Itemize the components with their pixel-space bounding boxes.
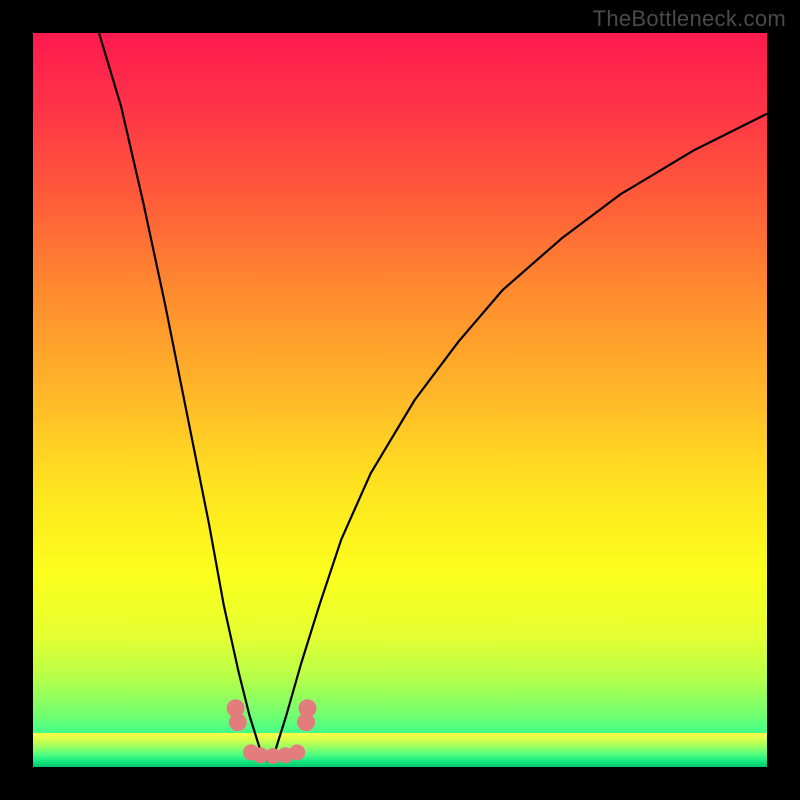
- valley-marker: [299, 699, 317, 717]
- valley-marker: [229, 713, 247, 731]
- gradient-background: [33, 33, 767, 767]
- chart-frame: TheBottleneck.com: [0, 0, 800, 800]
- watermark-text: TheBottleneck.com: [593, 6, 786, 32]
- bottom-green-band: [33, 733, 767, 767]
- chart-svg: [33, 33, 767, 767]
- valley-marker: [289, 744, 305, 760]
- plot-area: [33, 33, 767, 767]
